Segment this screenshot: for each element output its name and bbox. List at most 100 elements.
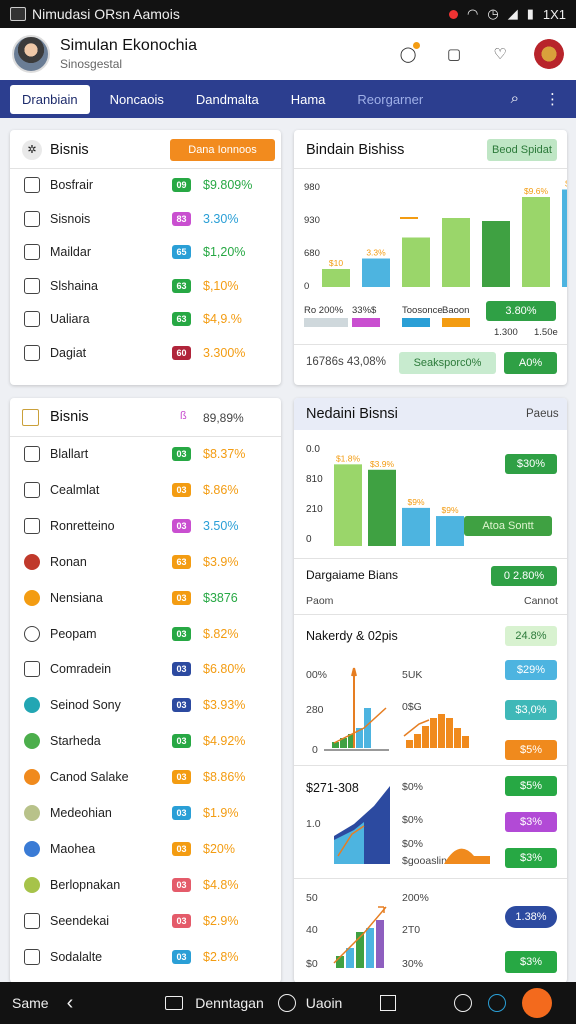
row-chip: 03 [172,913,191,928]
card2-action-button[interactable]: Beod Spidat [487,139,557,161]
card1-row[interactable]: Slshaina 63 $,10% [10,273,281,299]
card1-action-button[interactable]: Dana Ionnoos [170,139,275,161]
home-icon[interactable] [277,994,296,1012]
tag-icon [24,344,40,361]
sec3-value-pill[interactable]: $29% [505,660,557,680]
crest-icon[interactable] [534,39,564,69]
bar-label: $10 [329,258,343,268]
card3-row[interactable]: Medeohian 03 $1.9% [10,800,281,826]
tab-hama[interactable]: Hama [279,85,338,114]
chart-legend: Ro 200% 33%$ Toosonce Baoon 3.80% 1.300 1.50e [304,301,559,338]
card3-row[interactable]: Ronan 63 $3.9% [10,549,281,575]
nav-left-label[interactable]: Same [12,995,49,1011]
bar-label: $60% [565,179,567,189]
screen-icon[interactable] [165,996,184,1010]
heart-icon[interactable]: ♡ [488,42,512,66]
card2-footer-button-2[interactable]: A0% [504,352,557,374]
sec4-value-pill[interactable]: $3% [505,812,557,832]
row-label: Bosfrair [50,178,94,192]
row-chip: 03 [172,590,191,605]
row-chip: 63 [172,554,191,569]
sec2-pill[interactable]: 0 2.80% [491,566,557,586]
card3-row[interactable]: Berlopnakan 03 $4.8% [10,872,281,898]
notification-badge [413,42,420,49]
tab-dandmalta[interactable]: Dandmalta [184,85,271,114]
card1-row[interactable]: Ualiara 63 $4,9.% [10,306,281,332]
more-vert-icon[interactable]: ⋮ [545,90,560,108]
card1-row[interactable]: Sisnois 83 3.30% [10,206,281,232]
row-chip: 09 [172,178,191,192]
sec4-value-pill[interactable]: $5% [505,776,557,796]
row-value: 3.30% [203,211,239,226]
search-icon[interactable]: ⌕ [511,90,519,108]
card3-row[interactable]: Seinod Sony 03 $3.93% [10,692,281,718]
row-chip: 03 [172,626,191,641]
status-title: Nimudasi ORsn Aamois [32,6,180,22]
card1-row[interactable]: Dagiat 60 3.300% [10,340,281,366]
nav-middle-label-2[interactable]: Uaoin [306,995,343,1011]
clock-icon[interactable] [454,994,473,1012]
card3-row[interactable]: Sodalalte 03 $2.8% [10,944,281,970]
row-value: $4.8% [203,877,239,892]
notification-icon[interactable]: ◯ [396,42,420,66]
card3-row[interactable]: Peopam 03 $.82% [10,621,281,647]
mini-bar [446,718,453,748]
tab-reorgarner[interactable]: Reorgarner [345,85,435,114]
mini-bar [376,920,384,968]
sec3-value-pill[interactable]: $3,0% [505,700,557,720]
sec3-value-pill[interactable]: $5% [505,740,557,760]
window-icon[interactable]: ▢ [442,42,466,66]
mini-bar [422,726,429,748]
bar-label: $9% [407,497,424,507]
y-tick-label: 210 [306,504,323,515]
list-icon [22,409,39,426]
row-chip: 03 [172,949,191,964]
card2-footer-button-1[interactable]: Seaksporc0% [399,352,496,374]
legend-right-1: 1.300 [494,327,518,338]
assistant-icon[interactable] [522,988,553,1018]
card3-row[interactable]: Blallart 03 $8.37% [10,441,281,467]
sec3-pill[interactable]: 24.8% [505,626,557,646]
row-chip: 03 [172,806,191,820]
card3-row[interactable]: Ronretteino 03 3.50% [10,513,281,539]
box-icon [24,661,40,678]
sec4-value-pill[interactable]: $3% [505,848,557,868]
card3-row[interactable]: Maohea 03 $20% [10,836,281,862]
sec5-value-pill[interactable]: 1.38% [505,906,557,928]
card4-title: Nedaini Bisnsi [306,406,398,422]
card4-pill-top[interactable]: $30% [505,454,557,474]
back-icon[interactable]: ‹ [67,992,74,1015]
row-label: Seendekai [50,913,110,928]
card3-row[interactable]: Nensiana 03 $3876 [10,585,281,611]
tab-dranbiain[interactable]: Dranbiain [10,84,90,114]
bar-chart-card: Bindain Bishiss Beod Spidat 980 930 680 0 $1… [294,130,567,385]
row-chip: 03 [172,482,191,497]
timer-icon[interactable] [488,994,507,1012]
bisnis-card-list: Bisnis ß 89,89% Blallart 03 $8.37% Cealmlat… [10,398,281,983]
sec5-value-pill[interactable]: $3% [505,951,557,973]
card1-row[interactable]: Maildar 65 $1,20% [10,239,281,265]
card3-row[interactable]: Cealmlat 03 $.86% [10,477,281,503]
card3-row[interactable]: Starheda 03 $4.92% [10,728,281,754]
card4-pill-mid[interactable]: Atoa Sontt [464,516,552,536]
avatar[interactable] [12,35,50,73]
area-fill-3 [444,848,490,864]
row-value: $8.37% [203,447,246,461]
row-value: $2.8% [203,949,239,964]
card3-row[interactable]: Comradein 03 $6.80% [10,656,281,682]
app-title: Simulan Ekonochia [60,37,197,54]
legend-pill[interactable]: 3.80% [486,301,556,321]
row-value: $1.9% [203,806,239,820]
card1-row[interactable]: Bosfrair 09 $9.809% [10,172,281,198]
card3-row[interactable]: Seendekai 03 $2.9% [10,908,281,934]
nav-middle-label-1[interactable]: Denntagan [195,995,264,1011]
row-value: $3.9% [203,554,239,569]
row-label: Canod Salake [50,770,129,785]
navigation-bar: Same ‹ Denntagan Uaoin [0,982,576,1024]
recents-icon[interactable] [380,995,397,1011]
card4-header-right[interactable]: Paeus [526,408,559,420]
bar-label: $1.8% [336,453,361,463]
tab-noncaois[interactable]: Noncaois [98,85,176,114]
card3-row[interactable]: Canod Salake 03 $8.86% [10,764,281,790]
pen-icon [24,210,40,227]
